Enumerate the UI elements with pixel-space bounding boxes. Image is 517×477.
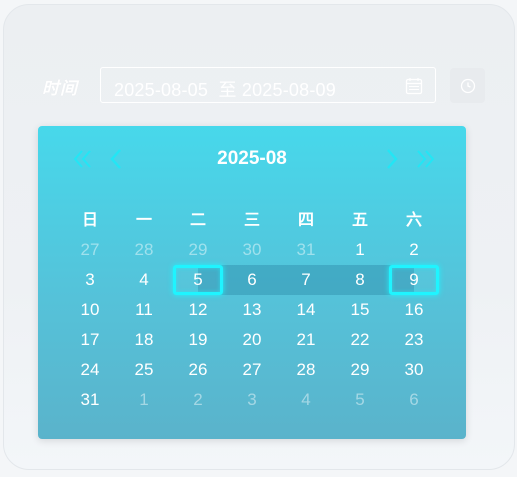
- weekday-label: 三: [243, 210, 260, 229]
- day-cell[interactable]: 5: [333, 385, 387, 415]
- clock-button[interactable]: [450, 68, 485, 103]
- weekday-header-row: 日一二三四五六: [63, 201, 441, 235]
- day-cell[interactable]: 20: [225, 325, 279, 355]
- day-cell[interactable]: 24: [63, 355, 117, 385]
- day-cell[interactable]: 13: [225, 295, 279, 325]
- day-cell[interactable]: 11: [117, 295, 171, 325]
- calendar-popup: 2025-08 日一二三四五六 27 28 29 30 31 1 2 3 4 5 6 7 8 9 10 11 1…: [38, 126, 466, 439]
- day-cell[interactable]: 15: [333, 295, 387, 325]
- week-row: 27 28 29 30 31 1 2: [63, 235, 441, 265]
- selected-day-highlight: [389, 265, 439, 295]
- day-cell[interactable]: 22: [333, 325, 387, 355]
- week-row: 3456789: [63, 265, 441, 295]
- range-start-day[interactable]: 5: [171, 265, 225, 295]
- range-end-day[interactable]: 9: [387, 265, 441, 295]
- date-range-input[interactable]: 2025-08-05 至 2025-08-09: [100, 67, 436, 103]
- selected-day-highlight: [173, 265, 223, 295]
- day-cell[interactable]: 2: [171, 385, 225, 415]
- day-cell[interactable]: 18: [117, 325, 171, 355]
- day-cell[interactable]: 1: [117, 385, 171, 415]
- weekday-label: 一: [135, 210, 152, 229]
- calendar-grid: 日一二三四五六 27 28 29 30 31 1 2 3 4 5 6 7 8 9 10 11 12 13 14 15 1…: [63, 201, 441, 415]
- day-cell[interactable]: 30: [387, 355, 441, 385]
- weekday-label: 四: [297, 210, 314, 229]
- day-cell[interactable]: 31: [63, 385, 117, 415]
- day-cell[interactable]: 8: [333, 265, 387, 295]
- double-chevron-right-icon[interactable]: [412, 146, 438, 172]
- weekday-label: 五: [351, 210, 368, 229]
- week-row: 10 11 12 13 14 15 16: [63, 295, 441, 325]
- day-cell[interactable]: 2: [387, 235, 441, 265]
- day-cell[interactable]: 29: [171, 235, 225, 265]
- day-cell[interactable]: 10: [63, 295, 117, 325]
- calendar-icon: [405, 78, 423, 95]
- date-range-text: 2025-08-05 至 2025-08-09: [114, 80, 336, 100]
- weekday-label: 日: [81, 210, 98, 229]
- day-cell[interactable]: 19: [171, 325, 225, 355]
- day-cell[interactable]: 30: [225, 235, 279, 265]
- day-cell[interactable]: 27: [63, 235, 117, 265]
- time-label: 时间: [42, 79, 78, 99]
- day-cell[interactable]: 28: [117, 235, 171, 265]
- day-cell[interactable]: 4: [279, 385, 333, 415]
- day-cell[interactable]: 28: [279, 355, 333, 385]
- day-cell[interactable]: 12: [171, 295, 225, 325]
- day-cell[interactable]: 21: [279, 325, 333, 355]
- day-cell[interactable]: 26: [171, 355, 225, 385]
- day-cell[interactable]: 27: [225, 355, 279, 385]
- day-cell[interactable]: 16: [387, 295, 441, 325]
- day-cell[interactable]: 25: [117, 355, 171, 385]
- day-cell[interactable]: 17: [63, 325, 117, 355]
- week-row: 24 25 26 27 28 29 30: [63, 355, 441, 385]
- day-cell[interactable]: 14: [279, 295, 333, 325]
- day-cell[interactable]: 4: [117, 265, 171, 295]
- day-cell[interactable]: 6: [225, 265, 279, 295]
- day-cell[interactable]: 3: [63, 265, 117, 295]
- day-cell[interactable]: 1: [333, 235, 387, 265]
- day-cell[interactable]: 31: [279, 235, 333, 265]
- weekday-label: 二: [189, 210, 206, 229]
- day-cell[interactable]: 23: [387, 325, 441, 355]
- day-cell[interactable]: 7: [279, 265, 333, 295]
- week-row: 17 18 19 20 21 22 23: [63, 325, 441, 355]
- weekday-label: 六: [405, 210, 422, 229]
- clock-icon: [460, 78, 475, 93]
- day-cell[interactable]: 3: [225, 385, 279, 415]
- day-cell[interactable]: 6: [387, 385, 441, 415]
- day-cell[interactable]: 29: [333, 355, 387, 385]
- week-row: 31 1 2 3 4 5 6: [63, 385, 441, 415]
- chevron-right-icon[interactable]: [378, 146, 404, 172]
